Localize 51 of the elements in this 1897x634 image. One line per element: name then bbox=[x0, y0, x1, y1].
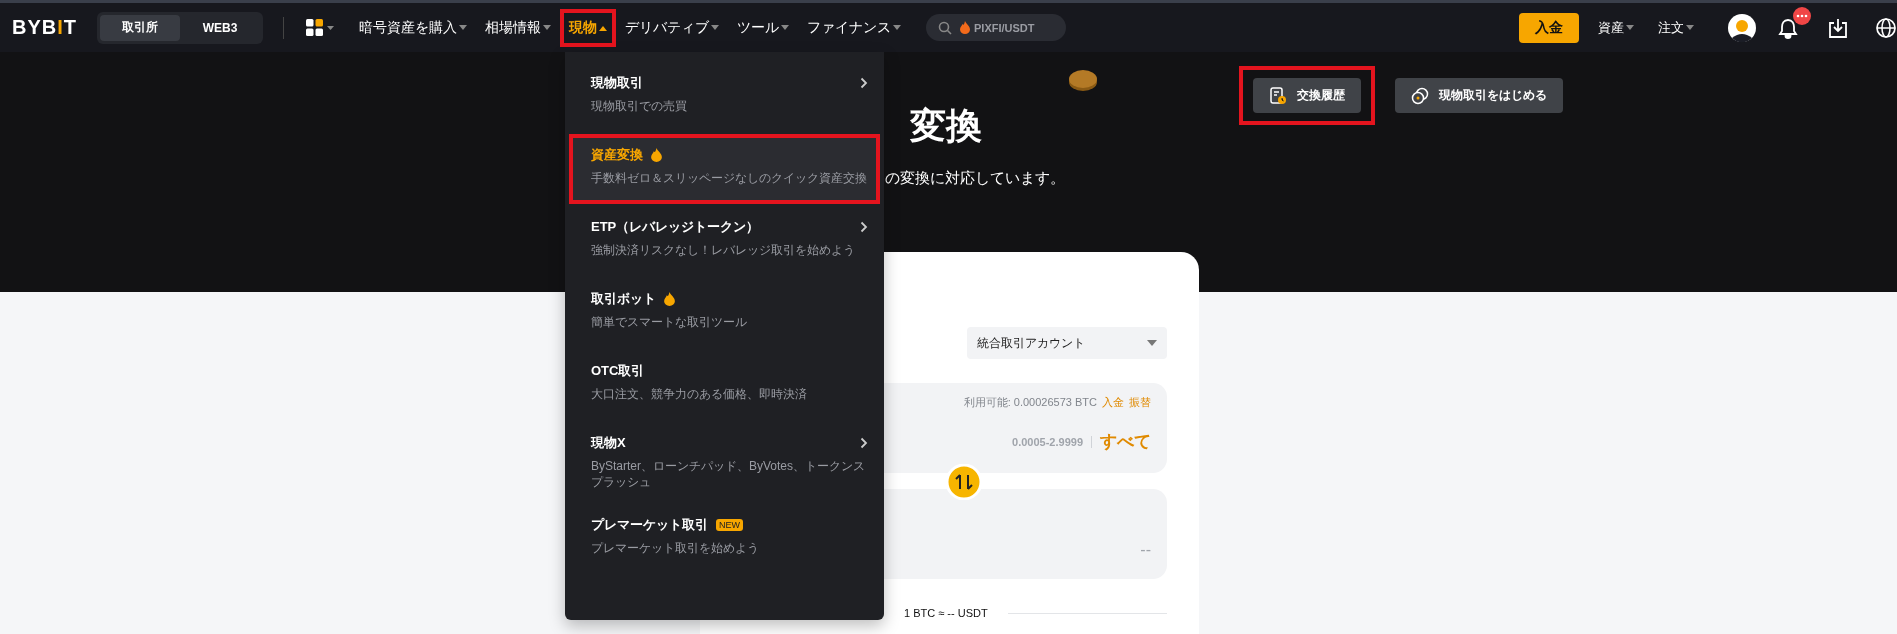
segment-tab[interactable]: 取引所 bbox=[100, 14, 180, 41]
account-select[interactable]: 統合取引アカウント bbox=[967, 327, 1167, 359]
globe-icon[interactable] bbox=[1875, 16, 1897, 39]
page-title: 変換 bbox=[910, 104, 982, 148]
caret-icon bbox=[1626, 24, 1634, 31]
apps-grid-icon[interactable] bbox=[306, 18, 336, 37]
caret-icon bbox=[781, 24, 789, 31]
caret-icon bbox=[543, 24, 551, 31]
segment-tab[interactable]: WEB3 bbox=[180, 14, 260, 41]
dropdown-menu-item[interactable]: ETP（レバレッジトークン） 強制決済リスクなし！レバレッジ取引を始めよう bbox=[571, 208, 878, 274]
caret-icon bbox=[1686, 24, 1694, 31]
bell-icon[interactable] bbox=[1777, 16, 1799, 39]
download-icon[interactable] bbox=[1827, 16, 1849, 39]
nav-menu-item[interactable]: デリバティブ bbox=[618, 10, 726, 45]
dropdown-menu-item[interactable]: 現物X ByStarter、ローンチパッド、ByVotes、トークンスプラッシュ bbox=[571, 424, 878, 501]
nav-menu-item[interactable]: 暗号資産を購入 bbox=[352, 10, 474, 45]
nav-menu-item[interactable]: ファイナンス bbox=[800, 10, 908, 45]
avatar-icon[interactable] bbox=[1727, 12, 1757, 43]
logo[interactable]: BYBIT bbox=[12, 16, 77, 39]
dropdown-menu-item[interactable]: 資産変換 手数料ゼロ＆スリッページなしのクイック資産交換 bbox=[571, 136, 878, 202]
exchange-rate: 1 BTC ≈ -- USDT bbox=[904, 607, 988, 619]
coins-icon bbox=[1411, 86, 1429, 105]
caret-icon bbox=[1147, 340, 1157, 346]
new-badge: NEW bbox=[716, 519, 743, 532]
caret-icon bbox=[599, 24, 607, 31]
coin-icon bbox=[1068, 68, 1098, 92]
caret-icon bbox=[459, 24, 467, 31]
flame-icon bbox=[960, 21, 970, 34]
amount-range: 0.0005-2.9999 bbox=[1012, 435, 1083, 448]
dropdown-menu-item[interactable]: 取引ボット 簡単でスマートな取引ツール bbox=[571, 280, 878, 346]
nav-menu-item[interactable]: ツール bbox=[730, 10, 796, 45]
nav-menu-item[interactable]: 現物 bbox=[562, 10, 614, 45]
deposit-button[interactable]: 入金 bbox=[1519, 12, 1579, 43]
caret-icon bbox=[711, 24, 719, 31]
dropdown-menu-item[interactable]: プレマーケット取引 NEW プレマーケット取引を始めよう bbox=[571, 506, 878, 573]
dropdown-menu-item[interactable]: OTC取引 大口注文、競争力のある価格、即時決済 bbox=[571, 352, 878, 418]
hero-button[interactable]: 現物取引をはじめる bbox=[1395, 78, 1563, 113]
history-icon bbox=[1269, 86, 1287, 105]
nav-menu-item[interactable]: 資産 bbox=[1591, 10, 1641, 45]
receive-amount: -- bbox=[1140, 541, 1151, 559]
nav-menu-item[interactable]: 相場情報 bbox=[478, 10, 558, 45]
dropdown-menu-item[interactable]: 現物取引 現物取引での売買 bbox=[571, 64, 878, 130]
notification-badge-icon bbox=[1793, 6, 1811, 25]
search-field[interactable]: PIXFI/USDT bbox=[926, 14, 1066, 41]
hero-button[interactable]: 交換履歴 bbox=[1253, 78, 1361, 113]
nav-menu-item[interactable]: 注文 bbox=[1651, 10, 1701, 45]
swap-icon[interactable] bbox=[946, 464, 982, 500]
available-balance: 利用可能: 0.00026573 BTC bbox=[963, 395, 1097, 410]
page-subtitle: の変換に対応しています。 bbox=[885, 169, 1065, 188]
caret-icon bbox=[893, 24, 901, 31]
search-icon bbox=[938, 20, 952, 35]
